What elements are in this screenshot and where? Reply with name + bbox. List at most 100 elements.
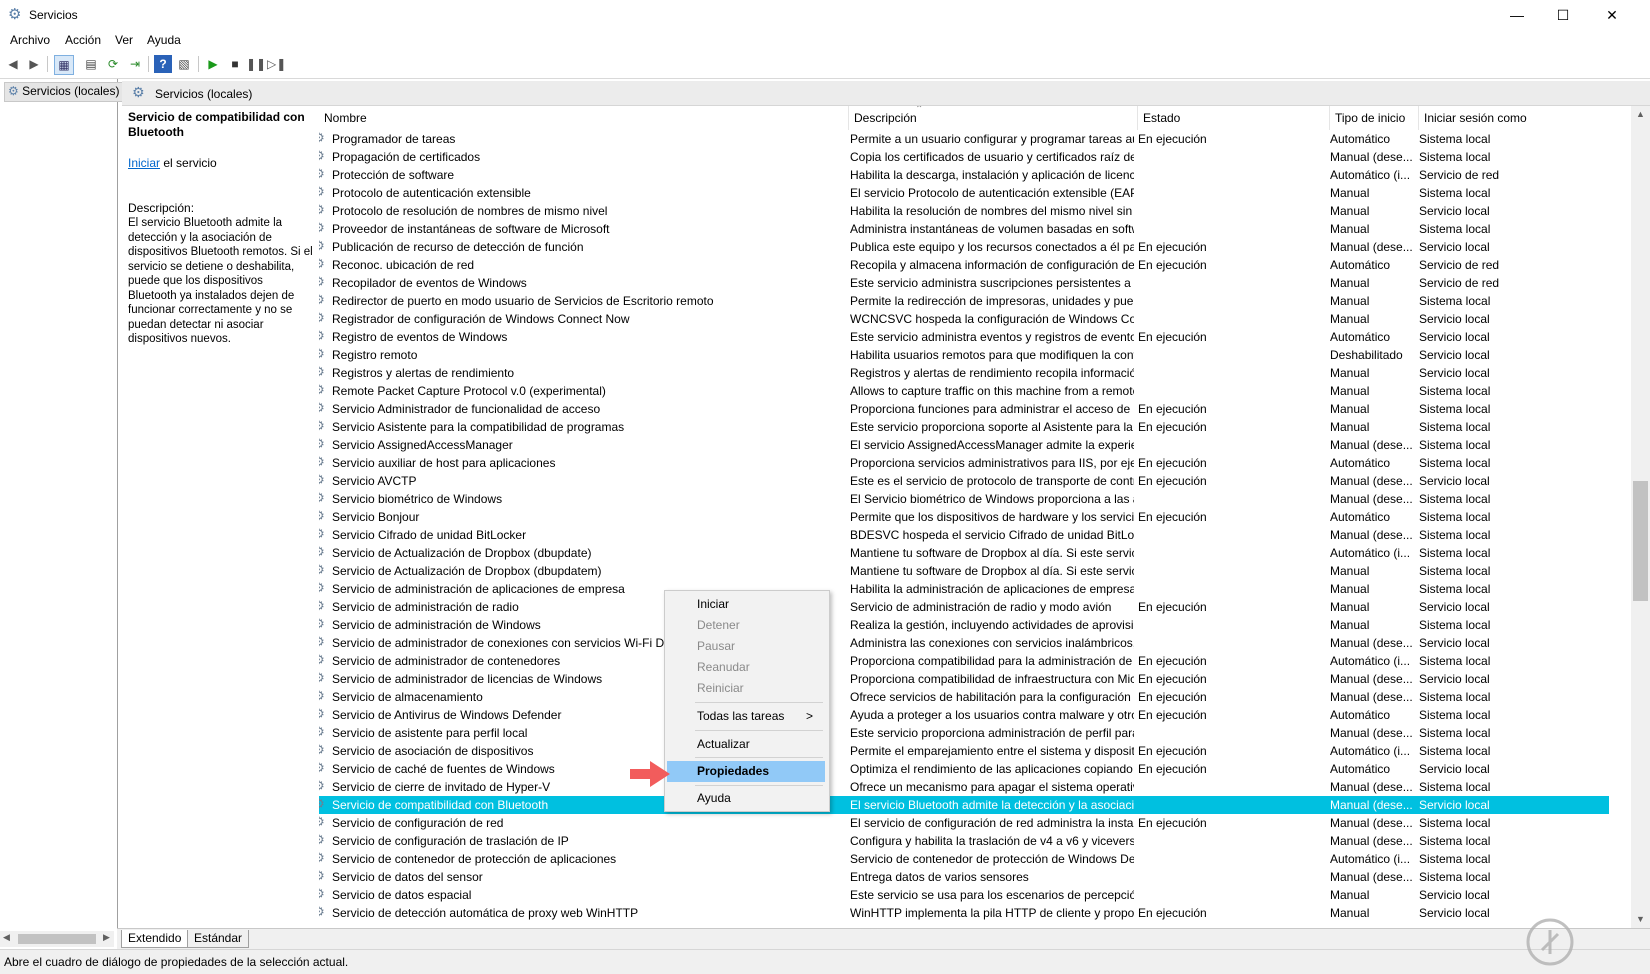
status-text: Abre el cuadro de diálogo de propiedades… bbox=[4, 955, 349, 969]
forward-icon[interactable]: ▶ bbox=[25, 55, 43, 73]
table-row[interactable]: ⚙ Registro de eventos de Windows Este serv… bbox=[319, 328, 1609, 346]
table-row[interactable]: ⚙ Servicio auxiliar de host para aplicaci… bbox=[319, 454, 1609, 472]
table-row[interactable]: ⚙Servicio de almacenamientoOfrece servic… bbox=[319, 688, 1609, 706]
table-row[interactable]: ⚙ Servicio AVCTP Este es el servicio de pr… bbox=[319, 472, 1609, 490]
table-row[interactable]: ⚙Servicio de administración de aplicacio… bbox=[319, 580, 1609, 598]
ctx-item-reiniciar[interactable]: Reiniciar bbox=[667, 678, 825, 699]
cell-startup-type: Manual (dese... bbox=[1330, 672, 1413, 686]
minimize-button[interactable]: — bbox=[1494, 0, 1540, 30]
scroll-thumb[interactable] bbox=[1633, 481, 1648, 601]
table-row[interactable]: ⚙ Servicio de configuración de red El serv… bbox=[319, 814, 1609, 832]
column-header-status[interactable]: Estado bbox=[1138, 106, 1330, 130]
column-header-logon-as[interactable]: Iniciar sesión como bbox=[1419, 106, 1609, 130]
table-row[interactable]: ⚙ Servicio de datos del sensor Entrega dat… bbox=[319, 868, 1609, 886]
cell-logon-as: Sistema local bbox=[1419, 456, 1491, 470]
tab-extendido[interactable]: Extendido bbox=[121, 930, 189, 948]
console-tree-icon[interactable]: ▦ bbox=[54, 55, 74, 75]
cell-logon-as: Servicio de red bbox=[1419, 258, 1500, 272]
table-row[interactable]: ⚙ Protección de software Habilita la desca… bbox=[319, 166, 1609, 184]
toolbar-separator bbox=[148, 56, 149, 72]
table-row[interactable]: ⚙ Registro remoto Habilita usuarios remoto… bbox=[319, 346, 1609, 364]
table-row[interactable]: ⚙Servicio de compatibilidad con Bluetoot… bbox=[319, 796, 1609, 814]
tree-item-services-local[interactable]: ⚙ Servicios (locales) bbox=[4, 82, 124, 102]
table-row[interactable]: ⚙Servicio de administrador de conexiones… bbox=[319, 634, 1609, 652]
table-row[interactable]: ⚙ Programador de tareas Permite a un usuar… bbox=[319, 130, 1609, 148]
table-row[interactable]: ⚙Servicio de asistente para perfil local… bbox=[319, 724, 1609, 742]
table-row[interactable]: ⚙Servicio de caché de fuentes de Windows… bbox=[319, 760, 1609, 778]
table-row[interactable]: ⚙ Servicio de Actualización de Dropbox (d… bbox=[319, 562, 1609, 580]
scroll-down-icon[interactable]: ▼ bbox=[1631, 911, 1650, 928]
table-row[interactable]: ⚙ Servicio Asistente para la compatibilid… bbox=[319, 418, 1609, 436]
table-row[interactable]: ⚙ Servicio Cifrado de unidad BitLocker BDE… bbox=[319, 526, 1609, 544]
refresh-icon[interactable]: ⟳ bbox=[104, 55, 122, 73]
ctx-item-actualizar[interactable]: Actualizar bbox=[667, 734, 825, 755]
table-row[interactable]: ⚙ Registros y alertas de rendimiento Regis… bbox=[319, 364, 1609, 382]
table-row[interactable]: ⚙ Protocolo de resolución de nombres de m… bbox=[319, 202, 1609, 220]
pause-icon[interactable]: ❚❚ bbox=[246, 55, 266, 73]
properties-sheet-icon[interactable]: ▤ bbox=[82, 55, 100, 73]
table-row[interactable]: ⚙Servicio de cierre de invitado de Hyper… bbox=[319, 778, 1609, 796]
play-icon[interactable]: ▶ bbox=[204, 55, 222, 73]
export-list-icon[interactable]: ⇥ bbox=[126, 55, 144, 73]
column-header-description[interactable]: Descripción bbox=[849, 106, 1138, 130]
table-row[interactable]: ⚙Servicio de administrador de contenedor… bbox=[319, 652, 1609, 670]
view-icon[interactable]: ▧ bbox=[175, 55, 193, 73]
cell-description: Proporciona servicios administrativos pa… bbox=[850, 456, 1134, 470]
cell-description: WinHTTP implementa la pila HTTP de clien… bbox=[850, 906, 1134, 920]
table-row[interactable]: ⚙Servicio de Antivirus de Windows Defend… bbox=[319, 706, 1609, 724]
scroll-up-icon[interactable]: ▲ bbox=[1631, 106, 1650, 123]
scroll-thumb[interactable] bbox=[18, 934, 96, 944]
table-row[interactable]: ⚙Servicio de administración de WindowsRe… bbox=[319, 616, 1609, 634]
menu-ayuda[interactable]: Ayuda bbox=[147, 33, 181, 47]
table-row[interactable]: ⚙ Servicio de configuración de traslación… bbox=[319, 832, 1609, 850]
table-row[interactable]: ⚙ Propagación de certificados Copia los ce… bbox=[319, 148, 1609, 166]
table-row[interactable]: ⚙Servicio de asociación de dispositivosP… bbox=[319, 742, 1609, 760]
help-icon[interactable]: ? bbox=[154, 55, 172, 73]
ctx-item-propiedades[interactable]: Propiedades bbox=[667, 761, 825, 782]
table-row[interactable]: ⚙ Servicio AssignedAccessManager El servic… bbox=[319, 436, 1609, 454]
ctx-item-reanudar[interactable]: Reanudar bbox=[667, 657, 825, 678]
maximize-button[interactable]: ☐ bbox=[1540, 0, 1586, 30]
table-row[interactable]: ⚙ Redirector de puerto en modo usuario de… bbox=[319, 292, 1609, 310]
menu-archivo[interactable]: Archivo bbox=[10, 33, 50, 47]
table-row[interactable]: ⚙ Proveedor de instantáneas de software d… bbox=[319, 220, 1609, 238]
menu-ver[interactable]: Ver bbox=[115, 33, 133, 47]
table-row[interactable]: ⚙Servicio de administración de radioServ… bbox=[319, 598, 1609, 616]
ctx-item-todas-las-tareas[interactable]: Todas las tareas > bbox=[667, 706, 825, 727]
table-vertical-scrollbar[interactable]: ▲ ▼ bbox=[1631, 106, 1650, 928]
table-row[interactable]: ⚙ Servicio de detección automática de pro… bbox=[319, 904, 1609, 922]
table-row[interactable]: ⚙ Remote Packet Capture Protocol v.0 (exp… bbox=[319, 382, 1609, 400]
table-row[interactable]: ⚙ Registrador de configuración de Windows… bbox=[319, 310, 1609, 328]
stop-icon[interactable]: ■ bbox=[226, 55, 244, 73]
back-icon[interactable]: ◀ bbox=[4, 55, 22, 73]
column-header-name[interactable]: Nombre bbox=[319, 106, 849, 130]
ctx-item-pausar[interactable]: Pausar bbox=[667, 636, 825, 657]
table-row[interactable]: ⚙ Publicación de recurso de detección de … bbox=[319, 238, 1609, 256]
table-row[interactable]: ⚙ Servicio Administrador de funcionalidad… bbox=[319, 400, 1609, 418]
scroll-left-icon[interactable]: ◀ bbox=[3, 932, 10, 943]
close-button[interactable]: ✕ bbox=[1589, 0, 1635, 30]
start-service-link[interactable]: Iniciar bbox=[128, 156, 160, 170]
table-row[interactable]: ⚙ Servicio de datos espacial Este servicio… bbox=[319, 886, 1609, 904]
cell-startup-type: Manual bbox=[1330, 186, 1370, 200]
ctx-item-iniciar[interactable]: Iniciar bbox=[667, 594, 825, 615]
column-header-startup-type[interactable]: Tipo de inicio bbox=[1330, 106, 1419, 130]
ctx-item-detener[interactable]: Detener bbox=[667, 615, 825, 636]
table-row[interactable]: ⚙ Recopilador de eventos de Windows Este s… bbox=[319, 274, 1609, 292]
restart-icon[interactable]: ▷❚ bbox=[267, 55, 286, 73]
table-row[interactable]: ⚙Servicio de administrador de licencias … bbox=[319, 670, 1609, 688]
ctx-separator bbox=[695, 757, 823, 758]
table-row[interactable]: ⚙ Servicio de contenedor de protección de… bbox=[319, 850, 1609, 868]
table-row[interactable]: ⚙ Reconoc. ubicación de red Recopila y alm… bbox=[319, 256, 1609, 274]
ctx-item-ayuda[interactable]: Ayuda bbox=[667, 788, 825, 809]
tab-estandar[interactable]: Estándar bbox=[187, 930, 250, 948]
cell-name: Servicio Administrador de funcionalidad … bbox=[332, 402, 601, 416]
menu-accion[interactable]: Acción bbox=[65, 33, 101, 47]
table-row[interactable]: ⚙ Protocolo de autenticación extensible El… bbox=[319, 184, 1609, 202]
tree-horizontal-scrollbar[interactable]: ◀ ▶ bbox=[0, 931, 114, 947]
table-row[interactable]: ⚙ Servicio Bonjour Permite que los disposi… bbox=[319, 508, 1609, 526]
scroll-right-icon[interactable]: ▶ bbox=[103, 932, 110, 943]
table-row[interactable]: ⚙ Servicio biométrico de Windows El Servic… bbox=[319, 490, 1609, 508]
table-row[interactable]: ⚙ Servicio de Actualización de Dropbox (d… bbox=[319, 544, 1609, 562]
service-gear-icon: ⚙ bbox=[319, 257, 326, 271]
